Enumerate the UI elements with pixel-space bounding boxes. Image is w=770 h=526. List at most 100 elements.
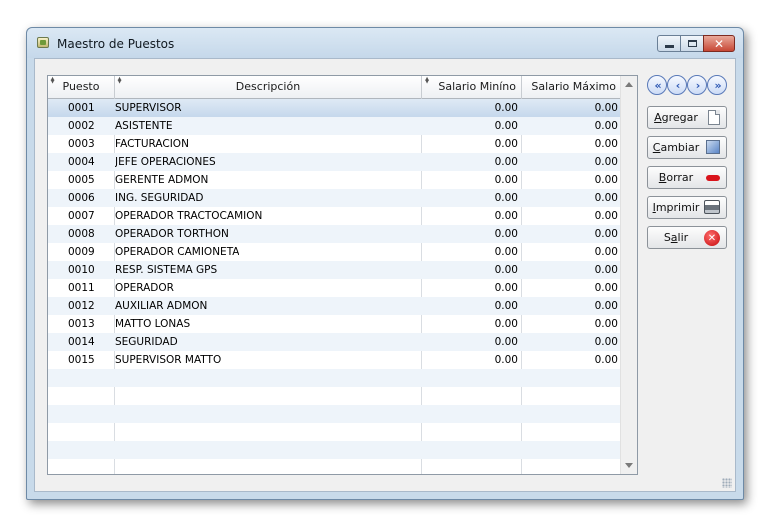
empty-table-row[interactable] [48,459,622,474]
close-icon: ✕ [713,36,725,51]
table-row[interactable]: 0006 ING. SEGURIDAD 0.00 0.00 [48,189,622,207]
cambiar-button[interactable]: Cambiar [647,136,727,159]
salir-button[interactable]: Salir ✕ [647,226,727,249]
scroll-down-icon[interactable] [625,463,633,468]
table-row[interactable]: 0015 SUPERVISOR MATTO 0.00 0.00 [48,351,622,369]
double-chevron-left-icon: « [654,78,661,92]
cell-salario-maximo: 0.00 [594,282,618,294]
cell-puesto: 0005 [68,174,95,186]
cell-puesto: 0008 [68,228,95,240]
maximize-button[interactable] [680,35,704,52]
borrar-label-rest: orrar [666,171,694,184]
cell-descripcion: SEGURIDAD [115,336,178,348]
agregar-hotkey: A [654,111,662,124]
cell-descripcion: ING. SEGURIDAD [115,192,204,204]
cell-salario-maximo: 0.00 [594,336,618,348]
cell-salario-minimo: 0.00 [494,264,518,276]
app-window-icon [37,37,49,48]
edit-window-icon [706,140,720,154]
table-row[interactable]: 0007 OPERADOR TRACTOCAMION 0.00 0.00 [48,207,622,225]
double-chevron-right-icon: » [714,78,721,92]
imprimir-button[interactable]: Imprimir [647,196,727,219]
grid-header: ▲ ▼ Puesto ▲ ▼ Descripción ▲ ▼ Salario Miní… [48,76,622,99]
table-row[interactable]: 0010 RESP. SISTEMA GPS 0.00 0.00 [48,261,622,279]
title-bar[interactable]: Maestro de Puestos ✕ [27,28,743,58]
table-row[interactable]: 0003 FACTURACION 0.00 0.00 [48,135,622,153]
agregar-button[interactable]: Agregar [647,106,727,129]
cell-salario-maximo: 0.00 [594,174,618,186]
next-record-button[interactable]: › [687,75,707,95]
cell-salario-maximo: 0.00 [594,156,618,168]
column-header-salario-maximo[interactable]: Salario Máximo [522,76,622,99]
cell-descripcion: FACTURACION [115,138,189,150]
cell-salario-maximo: 0.00 [594,138,618,150]
table-row[interactable]: 0009 OPERADOR CAMIONETA 0.00 0.00 [48,243,622,261]
table-row[interactable]: 0005 GERENTE ADMON 0.00 0.00 [48,171,622,189]
first-record-button[interactable]: « [647,75,667,95]
empty-table-row[interactable] [48,423,622,441]
borrar-button[interactable]: Borrar [647,166,727,189]
resize-grip[interactable] [722,478,732,488]
chevron-left-icon: ‹ [675,78,680,92]
previous-record-button[interactable]: ‹ [667,75,687,95]
table-row[interactable]: 0013 MATTO LONAS 0.00 0.00 [48,315,622,333]
table-row[interactable]: 0008 OPERADOR TORTHON 0.00 0.00 [48,225,622,243]
scroll-up-icon[interactable] [625,82,633,87]
vertical-scrollbar[interactable] [620,76,637,474]
cell-salario-maximo: 0.00 [594,264,618,276]
cell-salario-maximo: 0.00 [594,192,618,204]
column-label: Puesto [62,80,100,93]
cell-salario-maximo: 0.00 [594,318,618,330]
cell-descripcion: OPERADOR CAMIONETA [115,246,240,258]
column-header-puesto[interactable]: ▲ ▼ Puesto [48,76,115,99]
empty-table-row[interactable] [48,405,622,423]
cell-salario-minimo: 0.00 [494,300,518,312]
cell-descripcion: OPERADOR TORTHON [115,228,229,240]
cell-salario-minimo: 0.00 [494,282,518,294]
cell-puesto: 0014 [68,336,95,348]
table-row[interactable]: 0011 OPERADOR 0.00 0.00 [48,279,622,297]
column-label: Descripción [235,80,301,93]
cell-salario-minimo: 0.00 [494,174,518,186]
delete-bar-icon [706,175,720,181]
cell-puesto: 0013 [68,318,95,330]
imprimir-label: Imprimir [648,201,704,214]
column-label: Salario Máximo [531,80,616,93]
table-row[interactable]: 0014 SEGURIDAD 0.00 0.00 [48,333,622,351]
table-row[interactable]: 0012 AUXILIAR ADMON 0.00 0.00 [48,297,622,315]
cell-salario-minimo: 0.00 [494,120,518,132]
agregar-label-rest: gregar [661,111,698,124]
empty-table-row[interactable] [48,441,622,459]
cell-puesto: 0012 [68,300,95,312]
column-header-descripcion[interactable]: ▲ ▼ Descripción [115,76,422,99]
maximize-icon [687,40,697,47]
salir-label-rest: lir [677,231,689,244]
puestos-grid[interactable]: ▲ ▼ Puesto ▲ ▼ Descripción ▲ ▼ Salario Miní… [47,75,638,475]
cell-salario-minimo: 0.00 [494,354,518,366]
imprimir-label-rest: mprimir [655,201,700,214]
close-button[interactable]: ✕ [703,35,735,52]
column-header-salario-minimo[interactable]: ▲ ▼ Salario Miníno [422,76,522,99]
cell-puesto: 0004 [68,156,95,168]
cell-salario-maximo: 0.00 [594,120,618,132]
minimize-icon [664,44,674,48]
chevron-right-icon: › [695,78,700,92]
empty-table-row[interactable] [48,387,622,405]
last-record-button[interactable]: » [707,75,727,95]
cell-puesto: 0002 [68,120,95,132]
cell-salario-minimo: 0.00 [494,246,518,258]
cell-puesto: 0003 [68,138,95,150]
table-row[interactable]: 0002 ASISTENTE 0.00 0.00 [48,117,622,135]
table-row[interactable]: 0004 JEFE OPERACIONES 0.00 0.00 [48,153,622,171]
cell-descripcion: RESP. SISTEMA GPS [115,264,218,276]
window-controls: ✕ [657,35,735,52]
window-title: Maestro de Puestos [57,37,175,51]
empty-table-row[interactable] [48,369,622,387]
minimize-button[interactable] [657,35,681,52]
cell-salario-maximo: 0.00 [594,300,618,312]
cell-salario-maximo: 0.00 [594,210,618,222]
table-row[interactable]: 0001 SUPERVISOR 0.00 0.00 [48,99,622,117]
cell-salario-minimo: 0.00 [494,318,518,330]
column-sort-icon: ▲ ▼ [50,76,55,85]
record-navigation: « ‹ › » [647,75,727,95]
